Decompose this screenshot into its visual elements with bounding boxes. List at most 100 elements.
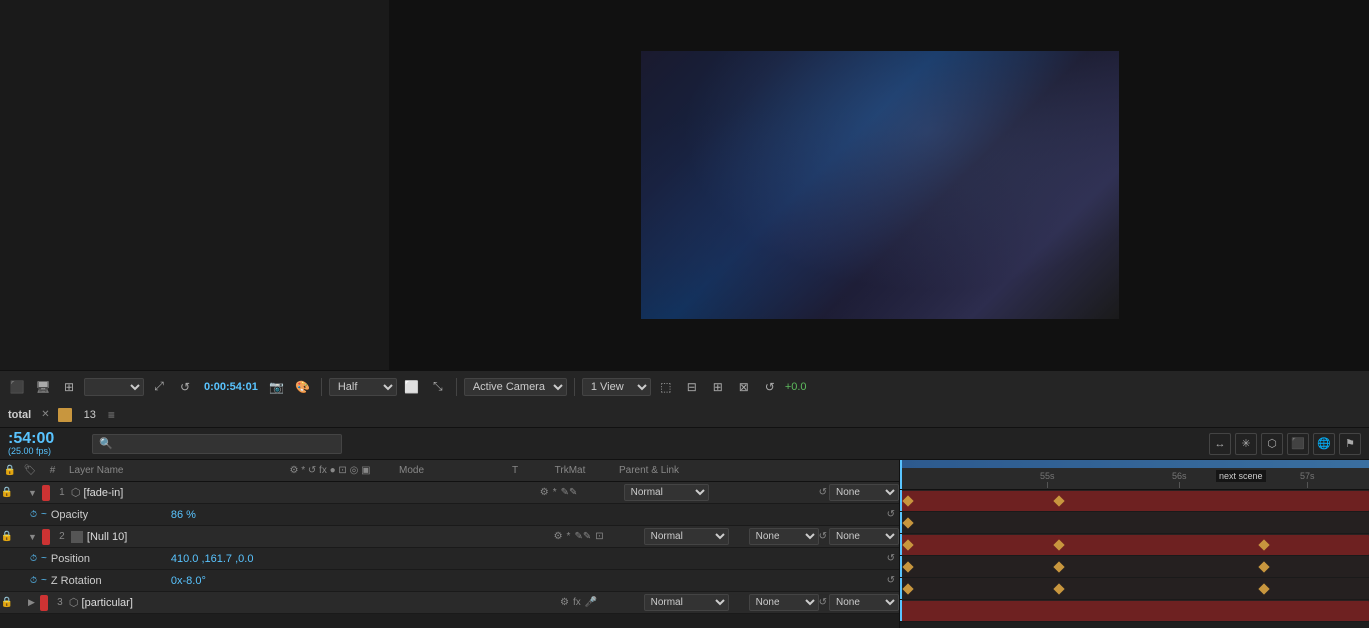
col-header-t: T [505, 465, 525, 476]
layer-expand-btn[interactable]: ▼ [28, 488, 37, 498]
layer-row[interactable]: 🔒 ▶ 3 ⬡ [particular] ⚙ fx 🎤 Normal None [0, 592, 899, 614]
camera-select[interactable]: Active Camera [464, 378, 567, 396]
keyframe-pos-3[interactable] [1258, 561, 1269, 572]
layer-count: 13 [84, 409, 96, 421]
layer-icons: ⚙ fx 🎤 [514, 597, 644, 608]
parent-select[interactable]: None [829, 594, 899, 611]
track-bar-particular [900, 601, 1369, 621]
region-btn[interactable]: ⬜ [401, 376, 423, 398]
prop-name-label: Opacity [51, 509, 171, 521]
view-icon-btn2[interactable]: ⊟ [681, 376, 703, 398]
view-icon-btn5[interactable]: ↺ [759, 376, 781, 398]
mic-btn[interactable]: 🎤 [584, 597, 598, 608]
menu-btn[interactable]: ≡ [108, 408, 115, 422]
prop-value[interactable]: 86 % [171, 509, 196, 521]
collapse-btn[interactable]: * [566, 531, 572, 542]
starburst-btn[interactable]: ✳ [1235, 433, 1257, 455]
stopwatch-icon[interactable]: ⏱ [30, 553, 37, 564]
earth-btn[interactable]: 🌐 [1313, 433, 1335, 455]
view-icon-btn3[interactable]: ⊞ [707, 376, 729, 398]
graph-icon: ~ [41, 553, 47, 564]
trkmat-select[interactable]: None [749, 528, 819, 545]
parent-select[interactable]: None [829, 484, 899, 501]
timeline-content: 🔒 🏷 # Layer Name ⚙ * ↺ fx ● ⊡ ◎ ▣ Mode T… [0, 460, 1369, 628]
loop-btn[interactable]: ↺ [174, 376, 196, 398]
solo-btn[interactable]: ⚙ [553, 531, 564, 542]
fx-btn[interactable]: fx [572, 597, 582, 608]
track-bar-null10 [900, 535, 1369, 555]
view-icon-btn[interactable]: ⬚ [655, 376, 677, 398]
stopwatch-icon[interactable]: ⏱ [30, 509, 37, 520]
layer-mode-select[interactable]: Normal [624, 484, 709, 501]
comp-btn[interactable]: ⬛ [6, 376, 28, 398]
left-panel [0, 0, 390, 370]
tick-line [1307, 482, 1308, 488]
layer-row[interactable]: 🔒 ▼ 1 ⬡ [fade-in] ⚙ * ✎ Normal ↺ [0, 482, 899, 504]
solid-layer-icon [71, 531, 83, 543]
layer-search[interactable] [92, 434, 342, 454]
col-header-icons: ⚙ * ↺ fx ● ⊡ ◎ ▣ [265, 465, 395, 476]
keyframe-zrot-1[interactable] [902, 583, 913, 594]
layer-name: [Null 10] [87, 531, 514, 543]
render-btn[interactable]: ⬛ [1287, 433, 1309, 455]
layer-mode-select[interactable]: Normal [644, 528, 729, 545]
prop-value[interactable]: 410.0 ,161.7 ,0.0 [171, 553, 254, 565]
keyframe-pos-1[interactable] [902, 561, 913, 572]
keyframe-zrot-2[interactable] [1053, 583, 1064, 594]
prop-name-label: Z Rotation [51, 575, 171, 587]
tick-line [1179, 482, 1180, 488]
timeline-section: total ✕ 13 ≡ :54:00 (25.00 fps) ↔ ✳ ⬡ ⬛ … [0, 402, 1369, 628]
pen-btn[interactable]: ✎ [573, 531, 592, 542]
layer-number: 2 [53, 531, 71, 542]
view-icon-btn4[interactable]: ⊠ [733, 376, 755, 398]
snapshot-btn[interactable]: 📷 [266, 376, 288, 398]
close-comp-btn[interactable]: ✕ [41, 409, 49, 420]
3d-btn[interactable]: ⊡ [594, 531, 604, 542]
stopwatch-icon[interactable]: ⏱ [30, 575, 37, 586]
layer-lock-icon[interactable]: 🔒 [0, 531, 14, 542]
keyframe-zrot-3[interactable] [1258, 583, 1269, 594]
collapse-btn[interactable]: * [552, 487, 558, 498]
trkmat-select[interactable]: None [749, 594, 819, 611]
playhead-zrot [900, 578, 902, 599]
layer-lock-icon[interactable]: 🔒 [0, 487, 14, 498]
quality-select[interactable]: Half Full Quarter [329, 378, 397, 396]
parent-select[interactable]: None [829, 528, 899, 545]
playhead-track2 [900, 534, 902, 555]
marker-btn[interactable]: ⚑ [1339, 433, 1361, 455]
monitor-btn[interactable]: 🖥 [32, 376, 54, 398]
draft-btn[interactable]: ⬡ [1261, 433, 1283, 455]
link-icon: ↺ [887, 575, 895, 586]
track-bar-fadein [900, 491, 1369, 511]
playhead-top [900, 460, 902, 468]
layer-mode-select[interactable]: Normal [644, 594, 729, 611]
keyframe-opacity-1[interactable] [902, 517, 913, 528]
layer-expand-btn[interactable]: ▼ [28, 532, 37, 542]
solo-btn[interactable]: ⚙ [539, 487, 550, 498]
solo-btn[interactable]: ⚙ [559, 597, 570, 608]
zoom-select[interactable]: 25% [84, 378, 144, 396]
pen-btn[interactable]: ✎ [560, 487, 579, 498]
view-select[interactable]: 1 View 2 Views 4 Views [582, 378, 651, 396]
keyframe-pos-2[interactable] [1053, 561, 1064, 572]
viewer-toolbar: ⬛ 🖥 ⊞ 25% ⤢ ↺ 0:00:54:01 📷 🎨 Half Full Q… [0, 370, 1369, 402]
grid-btn[interactable]: ⊞ [58, 376, 80, 398]
timecode-display: 0:00:54:01 [204, 381, 258, 393]
layer-list: 🔒 🏷 # Layer Name ⚙ * ↺ fx ● ⊡ ◎ ▣ Mode T… [0, 460, 900, 628]
col-header-trkmat: TrkMat [525, 465, 615, 476]
fit-btn[interactable]: ⤢ [148, 376, 170, 398]
layer-expand-btn[interactable]: ▶ [28, 597, 35, 608]
track-row-position [900, 556, 1369, 578]
layer-lock-icon[interactable]: 🔒 [0, 597, 14, 608]
divider-1 [321, 378, 322, 396]
color-btn[interactable]: 🎨 [292, 376, 314, 398]
col-header-label: 🏷 [20, 465, 40, 476]
prop-value[interactable]: 0x-8.0° [171, 575, 206, 587]
parent-pick-btn[interactable]: ↔ [1209, 433, 1231, 455]
expand-btn[interactable]: ⤡ [427, 376, 449, 398]
layer-row[interactable]: 🔒 ▼ 2 [Null 10] ⚙ * ✎ ⊡ Normal Non [0, 526, 899, 548]
comp-color-icon [58, 408, 72, 422]
prop-name-label: Position [51, 553, 171, 565]
tick-label: 56s [1172, 471, 1187, 481]
divider-3 [574, 378, 575, 396]
